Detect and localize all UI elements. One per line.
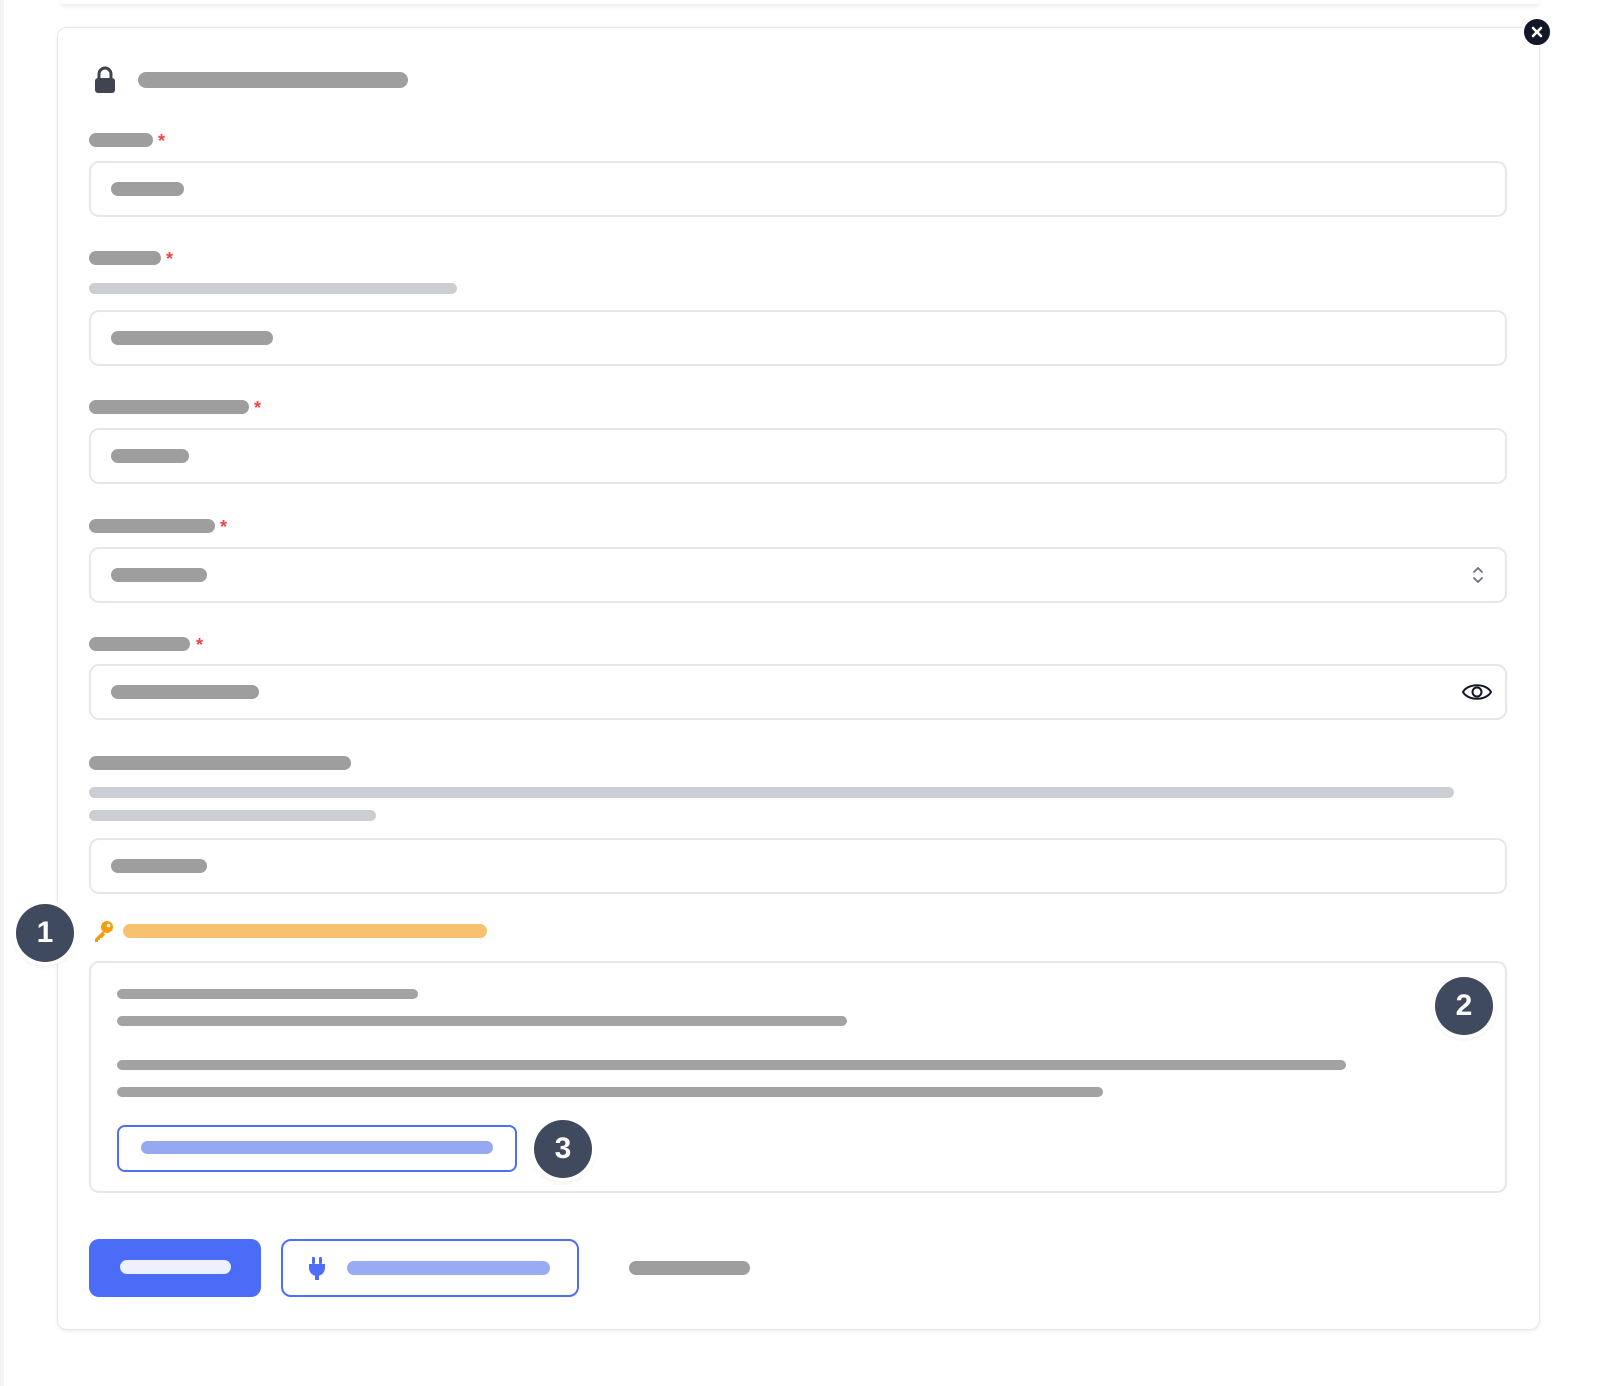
primary-button[interactable]	[89, 1239, 261, 1297]
cancel-link[interactable]	[629, 1261, 750, 1275]
field-4-value	[111, 568, 207, 582]
field-3-input[interactable]	[89, 428, 1507, 484]
field-1-input[interactable]	[89, 161, 1507, 217]
lock-icon	[95, 66, 115, 93]
required-marker: *	[254, 398, 262, 418]
panel-line-1	[117, 989, 418, 999]
field-2-value	[111, 331, 273, 345]
required-marker: *	[220, 517, 228, 537]
field-5-value	[111, 685, 259, 699]
field-2-label	[89, 251, 161, 265]
field-5-label	[89, 637, 190, 651]
field-2-help	[89, 283, 457, 294]
close-icon	[1531, 26, 1543, 38]
required-marker: *	[166, 249, 174, 269]
page-edge	[0, 0, 4, 1386]
field-1-value	[111, 182, 184, 196]
field-6-help-line-1	[89, 787, 1454, 798]
key-icon	[95, 921, 113, 942]
field-1-label	[89, 133, 153, 147]
field-5-password-input[interactable]	[89, 664, 1507, 720]
required-marker: *	[196, 635, 204, 655]
required-marker: *	[158, 131, 166, 151]
key-section-title	[123, 924, 487, 938]
field-3-label	[89, 400, 249, 414]
test-connection-button[interactable]	[281, 1239, 579, 1297]
field-6-value	[111, 859, 207, 873]
field-6-label	[89, 756, 351, 770]
field-4-select[interactable]	[89, 547, 1507, 603]
plug-icon	[309, 1257, 325, 1280]
callout-badge-2: 2	[1435, 977, 1493, 1035]
panel-line-4	[117, 1087, 1103, 1097]
panel-line-3	[117, 1060, 1346, 1070]
panel-link-button[interactable]	[117, 1125, 517, 1172]
chevron-updown-icon	[1473, 567, 1483, 583]
primary-button-label	[120, 1260, 231, 1274]
panel-line-2	[117, 1016, 847, 1026]
previous-card-edge	[60, 0, 1540, 4]
field-6-help-line-2	[89, 810, 376, 821]
dialog-title	[138, 72, 408, 88]
field-2-input[interactable]	[89, 310, 1507, 366]
field-6-input[interactable]	[89, 838, 1507, 894]
callout-badge-3: 3	[534, 1120, 592, 1178]
panel-link-button-label	[141, 1141, 493, 1154]
field-3-value	[111, 449, 189, 463]
test-connection-button-label	[347, 1261, 550, 1275]
field-4-label	[89, 519, 215, 533]
callout-badge-1: 1	[16, 904, 74, 962]
close-button[interactable]	[1522, 17, 1552, 47]
eye-icon[interactable]	[1461, 680, 1493, 704]
